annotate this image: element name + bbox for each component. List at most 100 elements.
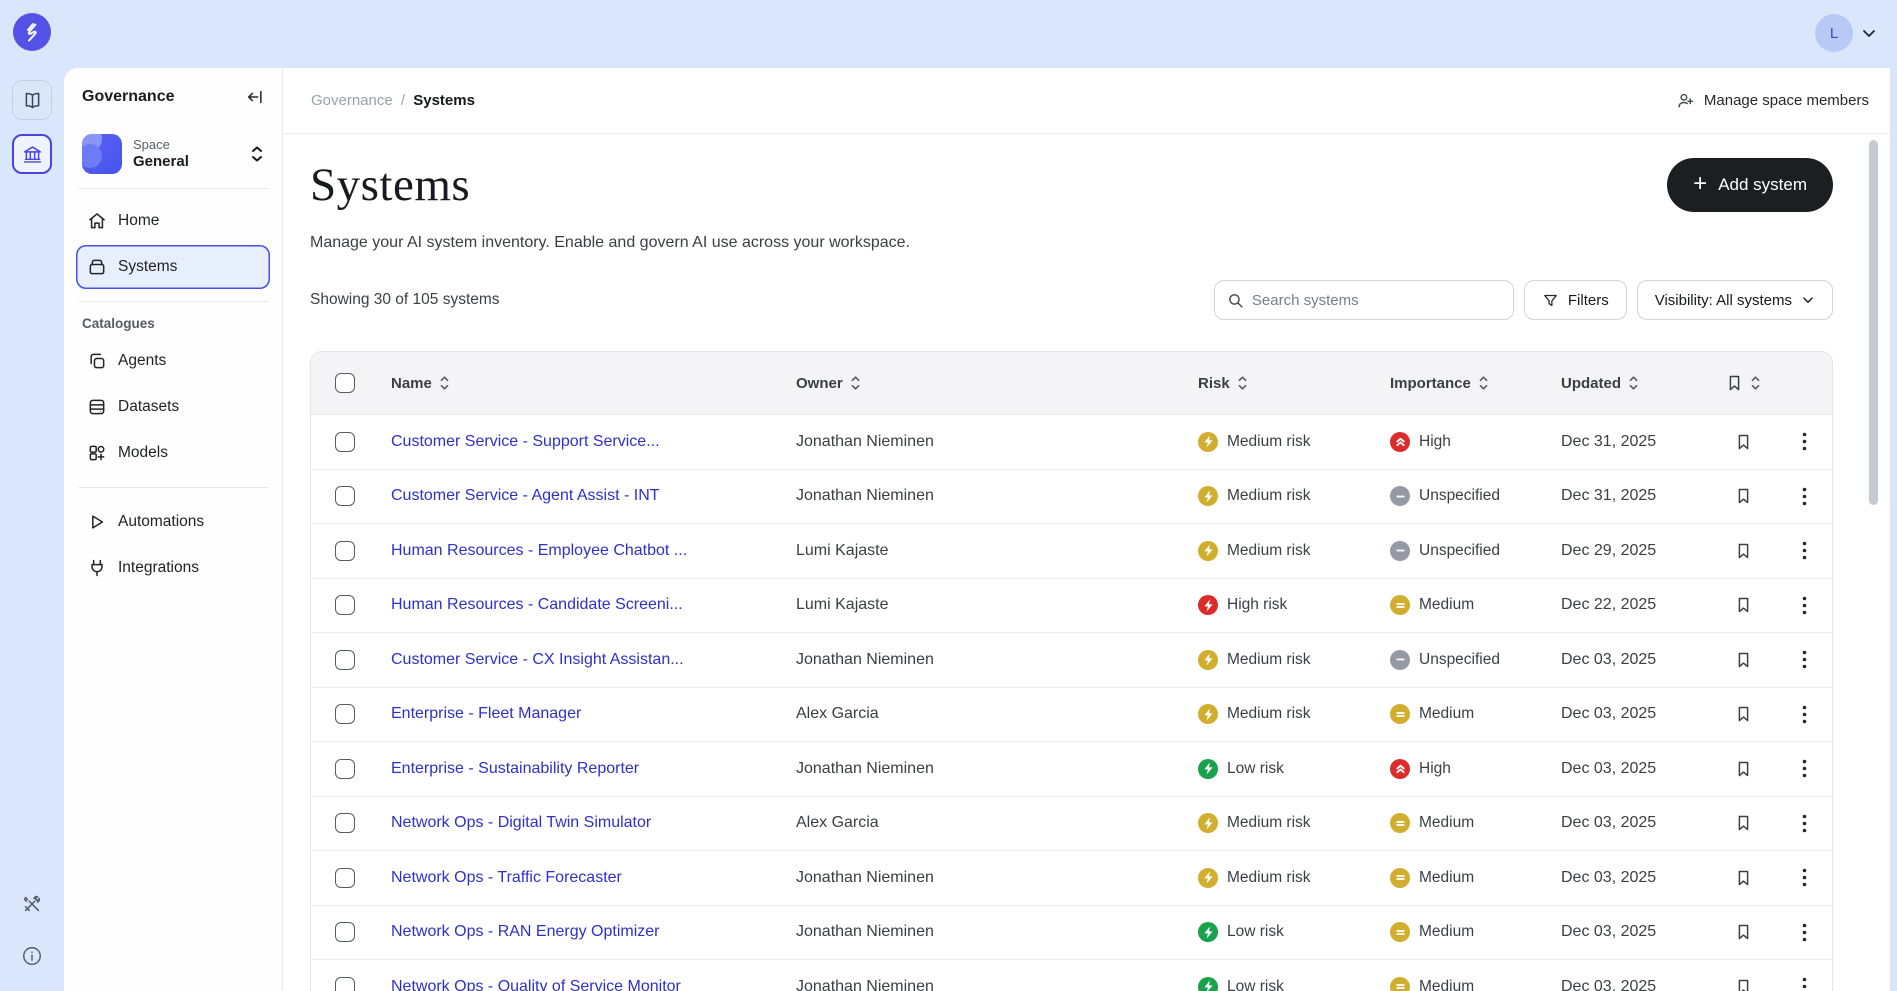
add-system-button[interactable]: + Add system xyxy=(1667,158,1833,212)
bookmark-icon[interactable] xyxy=(1711,760,1776,778)
collapse-sidebar-icon[interactable] xyxy=(246,88,264,106)
bookmark-icon[interactable] xyxy=(1711,487,1776,505)
row-menu-kebab-icon[interactable] xyxy=(1776,977,1832,991)
row-checkbox[interactable] xyxy=(335,649,355,670)
sidebar-item-home[interactable]: Home xyxy=(76,199,270,243)
system-name-link[interactable]: Network Ops - Quality of Service Monitor xyxy=(391,978,681,991)
table-row: Human Resources - Employee Chatbot ... L… xyxy=(311,523,1832,578)
breadcrumb-parent[interactable]: Governance xyxy=(311,92,393,109)
row-menu-kebab-icon[interactable] xyxy=(1776,923,1832,942)
person-plus-icon xyxy=(1676,91,1695,110)
column-header-risk[interactable]: Risk xyxy=(1198,375,1390,392)
updated-cell: Dec 29, 2025 xyxy=(1561,541,1657,559)
row-checkbox[interactable] xyxy=(335,595,355,616)
select-all-checkbox[interactable] xyxy=(335,373,355,393)
row-menu-kebab-icon[interactable] xyxy=(1776,759,1832,778)
visibility-dropdown[interactable]: Visibility: All systems xyxy=(1636,280,1833,320)
library-book-icon[interactable] xyxy=(12,80,52,120)
bookmark-icon[interactable] xyxy=(1711,923,1776,941)
system-name-link[interactable]: Customer Service - Agent Assist - INT xyxy=(391,487,660,504)
governance-bank-icon[interactable] xyxy=(12,134,52,174)
bookmark-icon[interactable] xyxy=(1711,814,1776,832)
column-header-updated[interactable]: Updated xyxy=(1561,375,1711,392)
updated-cell: Dec 22, 2025 xyxy=(1561,596,1657,614)
row-menu-kebab-icon[interactable] xyxy=(1776,432,1832,451)
sidebar-item-automations[interactable]: Automations xyxy=(76,500,270,544)
system-name-link[interactable]: Human Resources - Candidate Screeni... xyxy=(391,596,683,613)
row-menu-kebab-icon[interactable] xyxy=(1776,705,1832,724)
row-checkbox[interactable] xyxy=(335,704,355,725)
risk-badge: Medium risk xyxy=(1198,431,1390,452)
row-menu-kebab-icon[interactable] xyxy=(1776,814,1832,833)
system-name-link[interactable]: Network Ops - Digital Twin Simulator xyxy=(391,814,651,831)
filters-button[interactable]: Filters xyxy=(1523,280,1627,320)
system-name-link[interactable]: Customer Service - CX Insight Assistan..… xyxy=(391,651,684,668)
column-header-name[interactable]: Name xyxy=(391,375,796,392)
space-avatar xyxy=(82,134,122,174)
risk-badge: Medium risk xyxy=(1198,867,1390,888)
sidebar-item-systems[interactable]: Systems xyxy=(76,245,270,289)
row-checkbox[interactable] xyxy=(335,867,355,888)
sidebar-item-integrations[interactable]: Integrations xyxy=(76,546,270,590)
row-menu-kebab-icon[interactable] xyxy=(1776,868,1832,887)
sidebar: Governance Space General Home Systems Ca… xyxy=(64,68,283,991)
importance-level-icon xyxy=(1390,813,1410,834)
sidebar-item-datasets[interactable]: Datasets xyxy=(76,385,270,429)
system-name-link[interactable]: Human Resources - Employee Chatbot ... xyxy=(391,542,687,559)
row-menu-kebab-icon[interactable] xyxy=(1776,541,1832,560)
bookmark-icon[interactable] xyxy=(1711,542,1776,560)
row-checkbox[interactable] xyxy=(335,813,355,834)
row-checkbox[interactable] xyxy=(335,922,355,943)
sort-icon xyxy=(439,375,450,391)
bookmark-icon[interactable] xyxy=(1711,651,1776,669)
bookmark-icon[interactable] xyxy=(1711,978,1776,991)
row-checkbox[interactable] xyxy=(335,431,355,452)
sort-icon xyxy=(1237,375,1248,391)
space-label: Space xyxy=(133,137,170,152)
app-logo-icon[interactable] xyxy=(13,13,51,51)
row-menu-kebab-icon[interactable] xyxy=(1776,596,1832,615)
row-checkbox[interactable] xyxy=(335,976,355,991)
bookmark-icon[interactable] xyxy=(1711,433,1776,451)
system-name-link[interactable]: Enterprise - Fleet Manager xyxy=(391,705,581,722)
system-name-link[interactable]: Network Ops - Traffic Forecaster xyxy=(391,869,622,886)
owner-cell: Jonathan Nieminen xyxy=(796,868,934,886)
search-input[interactable] xyxy=(1251,291,1501,309)
row-menu-kebab-icon[interactable] xyxy=(1776,487,1832,506)
sidebar-item-agents[interactable]: Agents xyxy=(76,339,270,383)
column-header-owner[interactable]: Owner xyxy=(796,375,1198,392)
risk-badge: Medium risk xyxy=(1198,813,1390,834)
risk-badge: Medium risk xyxy=(1198,649,1390,670)
sidebar-item-models[interactable]: Models xyxy=(76,431,270,475)
space-switcher-chevrons-icon[interactable] xyxy=(250,145,264,163)
account-chevron-down-icon[interactable] xyxy=(1861,25,1877,41)
row-checkbox[interactable] xyxy=(335,486,355,507)
risk-level-icon xyxy=(1198,540,1218,561)
manage-space-members-button[interactable]: Manage space members xyxy=(1676,91,1869,110)
owner-cell: Jonathan Nieminen xyxy=(796,923,934,941)
column-header-importance[interactable]: Importance xyxy=(1390,375,1561,392)
row-checkbox[interactable] xyxy=(335,540,355,561)
user-avatar[interactable]: L xyxy=(1815,14,1853,52)
system-name-link[interactable]: Network Ops - RAN Energy Optimizer xyxy=(391,923,660,940)
updated-cell: Dec 03, 2025 xyxy=(1561,868,1657,886)
system-name-link[interactable]: Enterprise - Sustainability Reporter xyxy=(391,760,639,777)
table-row: Enterprise - Fleet Manager Alex Garcia M… xyxy=(311,686,1832,741)
bookmark-icon[interactable] xyxy=(1711,596,1776,614)
table-row: Customer Service - CX Insight Assistan..… xyxy=(311,632,1832,687)
bookmark-icon[interactable] xyxy=(1711,869,1776,887)
icon-rail xyxy=(0,68,64,991)
row-checkbox[interactable] xyxy=(335,758,355,779)
space-selector[interactable]: Space General xyxy=(76,126,270,188)
importance-badge: Unspecified xyxy=(1390,540,1561,561)
column-header-bookmark[interactable] xyxy=(1711,374,1776,392)
system-name-link[interactable]: Customer Service - Support Service... xyxy=(391,433,660,450)
models-grid-plus-icon xyxy=(87,443,107,463)
info-icon[interactable] xyxy=(21,945,43,967)
bookmark-icon[interactable] xyxy=(1711,705,1776,723)
tools-icon[interactable] xyxy=(21,893,43,915)
vertical-scrollbar[interactable] xyxy=(1869,140,1878,505)
breadcrumb-current: Systems xyxy=(413,92,475,109)
row-menu-kebab-icon[interactable] xyxy=(1776,650,1832,669)
importance-level-icon xyxy=(1390,922,1410,943)
